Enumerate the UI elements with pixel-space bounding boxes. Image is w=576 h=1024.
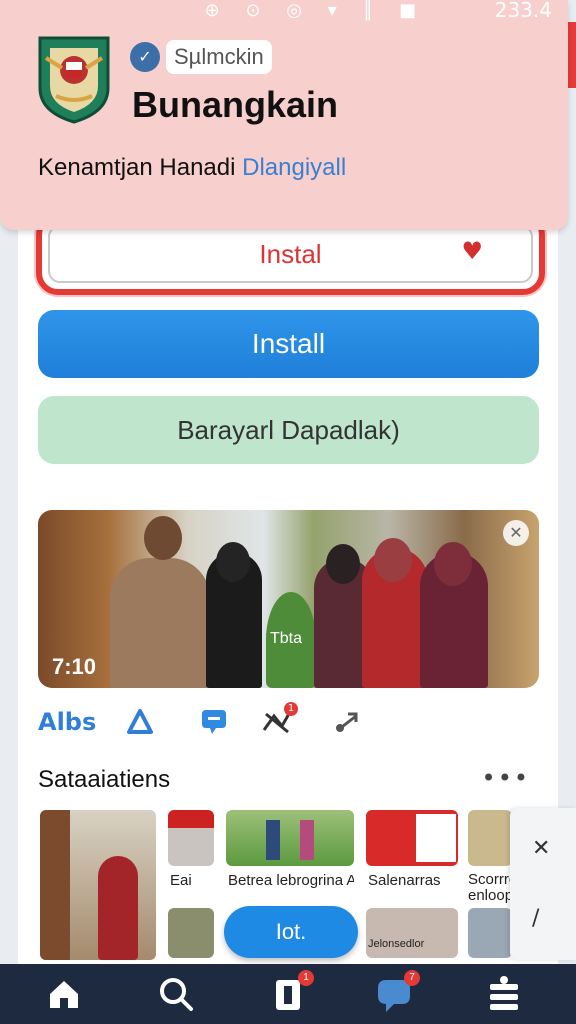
bottom-nav: 1 7	[0, 964, 576, 1024]
install-label: Install	[251, 328, 326, 359]
search-icon	[160, 978, 193, 1011]
share-icon[interactable]: 1	[260, 702, 298, 736]
thumbnail[interactable]	[168, 908, 214, 958]
thumbnail[interactable]	[40, 810, 156, 960]
notification-badge: 1	[298, 970, 314, 986]
app-subtitle: Kenamtjan Hanadi Dlangiyall	[38, 154, 346, 182]
app-title: Bunangkain	[132, 84, 339, 125]
drop-icon[interactable]	[126, 708, 154, 736]
thumbnail-wall	[40, 810, 70, 960]
thumbnail-label: Salenarras	[368, 872, 441, 889]
button-inner-border	[48, 225, 533, 283]
person-head	[144, 516, 182, 560]
nav-messages[interactable]: 7	[374, 970, 420, 1014]
collapse-icon[interactable]: ✕	[532, 836, 550, 861]
app-header: ✓ Sµlmckin Bunangkain Kenamtjan Hanadi D…	[0, 0, 568, 230]
person-head	[216, 542, 250, 582]
status-icons: ⊕ ⊙ ◎ ▾ ║ ■	[204, 0, 426, 21]
forward-icon[interactable]	[334, 710, 362, 734]
thumbnail-caption: Jelonsedlor	[368, 938, 425, 950]
heart-icon[interactable]: ♥	[461, 237, 483, 265]
edit-icon[interactable]: /	[532, 906, 539, 931]
chat-icon[interactable]	[198, 706, 230, 738]
thumbnail-person	[98, 856, 138, 960]
thumbnail[interactable]: Jelonsedlor	[366, 908, 458, 958]
subtitle-text: Kenamtjan Hanadi	[38, 154, 236, 181]
thumbnail-label: Betrea lebrogrina AV	[228, 872, 354, 889]
thumbnail[interactable]	[168, 810, 214, 866]
thumbnail-label: Eai	[170, 872, 192, 889]
albums-link[interactable]: Albs	[38, 708, 96, 736]
video-time: 7:10	[52, 654, 97, 679]
more-icon[interactable]: •••	[482, 764, 530, 792]
person-head	[326, 544, 360, 584]
profile-icon	[490, 976, 518, 1010]
nav-search[interactable]	[156, 974, 196, 1014]
thumbnail[interactable]	[468, 810, 512, 866]
status-time: 233.4	[494, 0, 552, 22]
side-toolbar: ✕ /	[510, 808, 576, 960]
nav-home[interactable]	[44, 974, 84, 1014]
person-figure	[110, 558, 210, 688]
thumbnail-person	[300, 820, 314, 860]
status-bar: ⊕ ⊙ ◎ ▾ ║ ■ 233.4	[0, 0, 576, 22]
video-close-icon[interactable]: ✕	[503, 520, 529, 546]
thumbnail-screen	[416, 814, 456, 862]
action-row: Albs 1	[38, 700, 539, 750]
share-badge: 1	[284, 702, 298, 716]
verified-icon: ✓	[130, 42, 160, 72]
install-button[interactable]: Install	[38, 310, 539, 378]
floating-action-button[interactable]: Iot.	[224, 906, 358, 958]
thumbnail[interactable]	[226, 810, 354, 866]
subtitle-link[interactable]: Dlangiyall	[242, 154, 346, 181]
person-head	[434, 542, 472, 586]
thumbnail-person	[266, 820, 280, 860]
messages-badge: 7	[404, 970, 420, 986]
person-head	[374, 538, 412, 582]
video-banner[interactable]: Tbta 7:10 ✕	[38, 510, 539, 688]
home-icon	[50, 981, 78, 1008]
thumbnail[interactable]	[468, 908, 512, 958]
section-title: Sataaiatiens	[38, 766, 171, 793]
secondary-button[interactable]: Barayarl Dapadlak)	[38, 396, 539, 464]
thumbnail-label: Scorrro enloops	[468, 872, 512, 904]
publisher-chip[interactable]: Sµlmckin	[166, 40, 272, 74]
nav-notifications[interactable]: 1	[268, 970, 314, 1014]
emblem-logo	[38, 36, 110, 124]
thumbnail[interactable]	[366, 810, 458, 866]
thumbnail-banner	[168, 810, 214, 828]
nav-profile[interactable]	[484, 974, 524, 1014]
video-overlay-label: Tbta	[270, 630, 303, 647]
secondary-label: Barayarl Dapadlak)	[177, 414, 400, 445]
